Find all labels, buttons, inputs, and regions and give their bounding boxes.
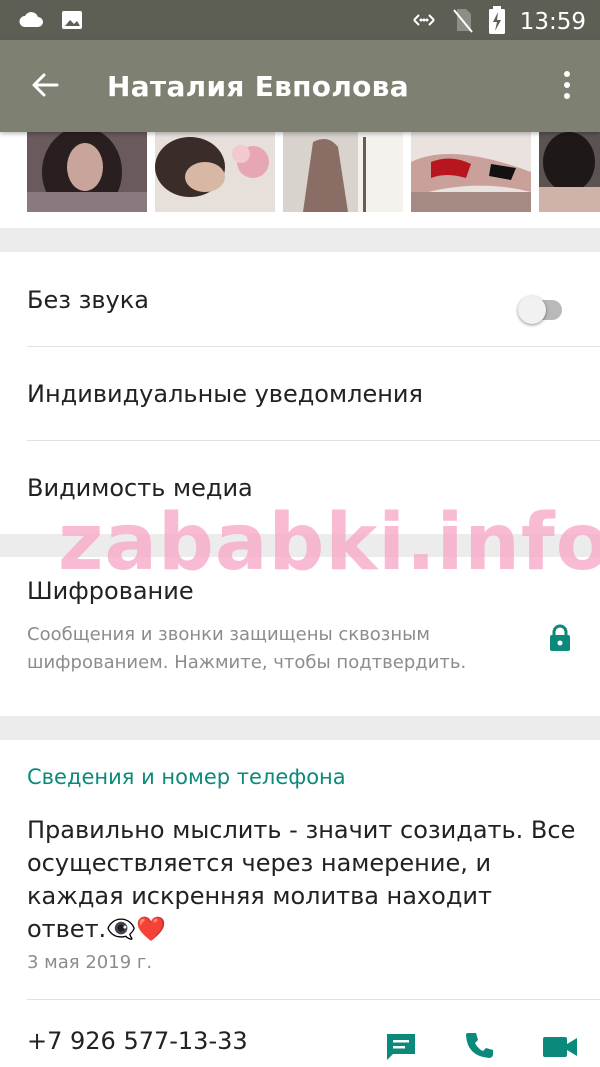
divider [27,999,600,1000]
chat-settings-section: Без звука Индивидуальные уведомления Вид… [0,252,600,534]
no-sim-icon [452,7,474,37]
mute-toggle[interactable] [518,296,562,324]
cloud-icon [18,8,44,36]
about-text[interactable]: Правильно мыслить - значит созидать. Все… [27,814,577,946]
about-date: 3 мая 2019 г. [27,952,153,973]
mute-row[interactable]: Без звука [0,252,600,346]
lock-icon [548,623,572,657]
data-sync-icon [410,8,438,36]
about-header: Сведения и номер телефона [27,765,346,789]
status-bar: 13:59 [0,0,600,40]
mute-label: Без звука [27,286,149,314]
app-bar: Наталия Евполова [0,40,600,132]
video-call-icon[interactable] [541,1030,579,1066]
battery-charging-icon [488,6,506,38]
media-thumbnail[interactable] [539,132,600,212]
media-gallery [0,132,600,228]
about-section: Сведения и номер телефона Правильно мысл… [0,740,600,1067]
custom-notifications-label: Индивидуальные уведомления [27,380,423,408]
media-thumbnail[interactable] [155,132,275,212]
media-thumbnail[interactable] [411,132,531,212]
message-icon[interactable] [383,1030,419,1066]
contact-name: Наталия Евполова [107,70,409,103]
phone-icon[interactable] [463,1030,495,1066]
arrow-left-icon[interactable] [30,70,60,104]
watermark: zababki.info [58,498,600,588]
media-thumbnail[interactable] [283,132,403,212]
phone-number[interactable]: +7 926 577-13-33 [27,1027,248,1055]
media-thumbnail[interactable] [27,132,147,212]
image-icon [60,8,84,36]
clock: 13:59 [519,9,586,35]
toggle-knob [518,296,546,324]
encryption-description: Сообщения и звонки защищены сквозным шиф… [27,624,467,673]
custom-notifications-row[interactable]: Индивидуальные уведомления [0,347,600,441]
more-vert-icon[interactable] [562,70,572,104]
